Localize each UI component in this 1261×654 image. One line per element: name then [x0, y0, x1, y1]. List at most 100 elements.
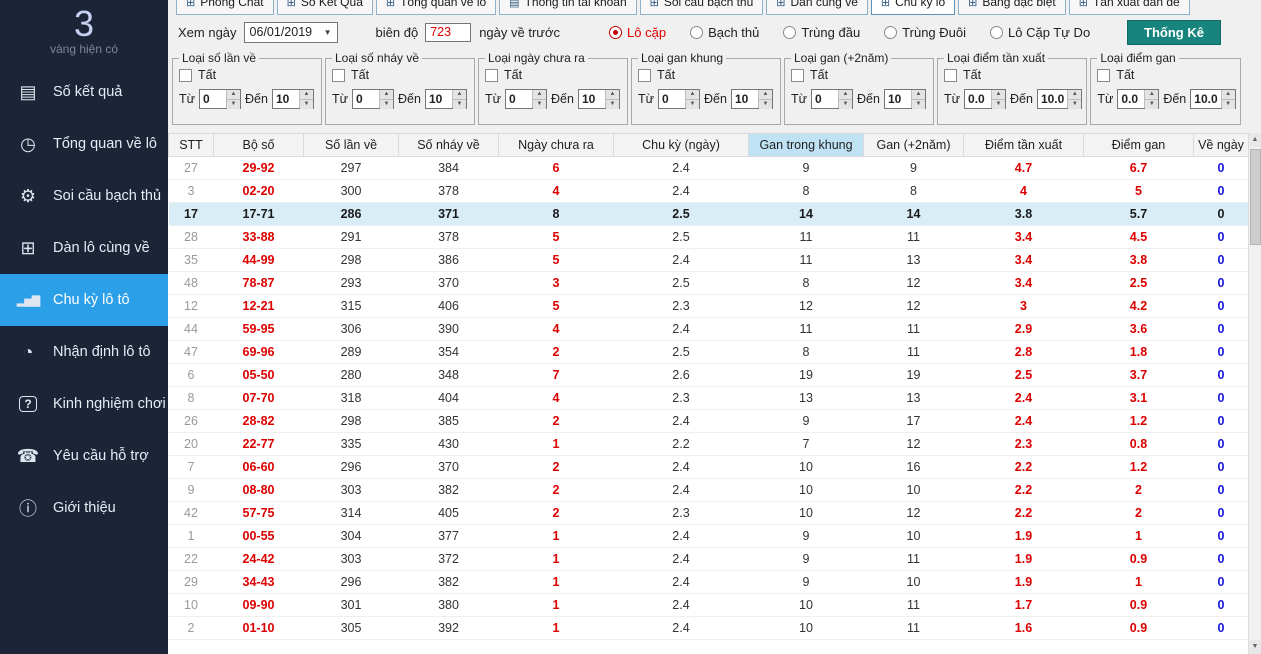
amplitude-input[interactable]	[425, 23, 471, 42]
spinner-up-icon[interactable]: ▲	[992, 90, 1005, 100]
from-spinner[interactable]: 0▲▼	[658, 89, 700, 109]
to-spinner[interactable]: 10▲▼	[884, 89, 926, 109]
spinner-up-icon[interactable]: ▲	[606, 90, 619, 100]
spinner-down-icon[interactable]: ▼	[453, 100, 466, 109]
radio-option-trung-dau[interactable]: Trùng đầu	[783, 25, 860, 40]
scroll-down-icon[interactable]: ▼	[1249, 640, 1261, 654]
spinner-up-icon[interactable]: ▲	[1145, 90, 1158, 100]
tab-phong-chat[interactable]: ⊞Phòng Chát	[176, 0, 274, 15]
spinner-up-icon[interactable]: ▲	[1068, 90, 1081, 100]
column-header-ngay-chua-ra[interactable]: Ngày chưa ra	[499, 134, 614, 157]
radio-option-trung-duoi[interactable]: Trùng Đuôi	[884, 25, 966, 40]
column-header-diem-gan[interactable]: Điểm gan	[1084, 134, 1194, 157]
table-row[interactable]: 2833-8829137852.511113.44.50	[169, 226, 1249, 249]
spinner-up-icon[interactable]: ▲	[533, 90, 546, 100]
table-row[interactable]: 706-6029637022.410162.21.20	[169, 456, 1249, 479]
spinner-up-icon[interactable]: ▲	[227, 90, 240, 100]
from-spinner[interactable]: 0▲▼	[505, 89, 547, 109]
scrollbar-thumb[interactable]	[1250, 149, 1261, 245]
column-header-so-lan-ve[interactable]: Số lần về	[304, 134, 399, 157]
column-header-bo-so[interactable]: Bộ số	[214, 134, 304, 157]
table-row[interactable]: 4459-9530639042.411112.93.60	[169, 318, 1249, 341]
column-header-gan-2nam[interactable]: Gan (+2năm)	[864, 134, 964, 157]
radio-option-lo-cap-tu-do[interactable]: Lô Cặp Tự Do	[990, 25, 1090, 40]
spinner-down-icon[interactable]: ▼	[992, 100, 1005, 109]
scroll-up-icon[interactable]: ▲	[1249, 133, 1261, 147]
to-spinner[interactable]: 10.0▲▼	[1190, 89, 1235, 109]
table-row[interactable]: 4878-8729337032.58123.42.50	[169, 272, 1249, 295]
spinner-down-icon[interactable]: ▼	[606, 100, 619, 109]
from-spinner[interactable]: 0.0▲▼	[964, 89, 1006, 109]
column-header-so-nhay-ve[interactable]: Số nháy về	[399, 134, 499, 157]
spinner-up-icon[interactable]: ▲	[839, 90, 852, 100]
sidebar-item-so-ket-qua[interactable]: ▤Số kết quả	[0, 66, 168, 118]
spinner-down-icon[interactable]: ▼	[380, 100, 393, 109]
tab-thong-tin-tai-khoan[interactable]: ▤Thông tin tài khoản	[499, 0, 636, 15]
table-row[interactable]: 1009-9030138012.410111.70.90	[169, 594, 1249, 617]
table-row[interactable]: 201-1030539212.410111.60.90	[169, 617, 1249, 640]
table-row[interactable]: 1212-2131540652.3121234.20	[169, 295, 1249, 318]
all-checkbox[interactable]	[179, 69, 192, 82]
sidebar-item-chu-ky-lo-to[interactable]: ▂▅▇Chu kỳ lô tô	[0, 274, 168, 326]
spinner-down-icon[interactable]: ▼	[686, 100, 699, 109]
column-header-chu-ky-ngay[interactable]: Chu kỳ (ngày)	[614, 134, 749, 157]
tab-dan-cung-ve[interactable]: ⊞Dàn cùng về	[766, 0, 868, 15]
spinner-down-icon[interactable]: ▼	[300, 100, 313, 109]
table-row[interactable]: 2224-4230337212.49111.90.90	[169, 548, 1249, 571]
all-checkbox[interactable]	[791, 69, 804, 82]
radio-option-lo-cap[interactable]: Lô cặp	[609, 25, 666, 40]
from-spinner[interactable]: 0▲▼	[352, 89, 394, 109]
all-checkbox[interactable]	[332, 69, 345, 82]
tab-chu-ky-lo[interactable]: ⊞Chu kỳ lô	[871, 0, 955, 15]
table-row[interactable]: 605-5028034872.619192.53.70	[169, 364, 1249, 387]
spinner-up-icon[interactable]: ▲	[453, 90, 466, 100]
table-row[interactable]: 1717-7128637182.514143.85.70	[169, 203, 1249, 226]
spinner-down-icon[interactable]: ▼	[759, 100, 772, 109]
all-checkbox[interactable]	[485, 69, 498, 82]
table-row[interactable]: 302-2030037842.488450	[169, 180, 1249, 203]
sidebar-item-kinh-nghiem-choi[interactable]: ?Kinh nghiệm chơi	[0, 378, 168, 430]
spinner-down-icon[interactable]: ▼	[533, 100, 546, 109]
column-header-ve-ngay[interactable]: Về ngày	[1194, 134, 1249, 157]
all-checkbox[interactable]	[944, 69, 957, 82]
spinner-down-icon[interactable]: ▼	[1068, 100, 1081, 109]
table-row[interactable]: 908-8030338222.410102.220	[169, 479, 1249, 502]
spinner-down-icon[interactable]: ▼	[1222, 100, 1235, 109]
tab-so-ket-qua[interactable]: ⊞Số Kết Quả	[277, 0, 373, 15]
sidebar-item-tong-quan-ve-lo[interactable]: ◷Tổng quan về lô	[0, 118, 168, 170]
tab-bang-dac-biet[interactable]: ⊞Bảng đặc biệt	[958, 0, 1066, 15]
vertical-scrollbar[interactable]: ▲ ▼	[1248, 133, 1261, 654]
spinner-up-icon[interactable]: ▲	[759, 90, 772, 100]
spinner-up-icon[interactable]: ▲	[1222, 90, 1235, 100]
column-header-stt[interactable]: STT	[169, 134, 214, 157]
spinner-down-icon[interactable]: ▼	[839, 100, 852, 109]
to-spinner[interactable]: 10.0▲▼	[1037, 89, 1082, 109]
date-select[interactable]: 06/01/2019 ▼	[244, 22, 338, 43]
radio-option-bach-thu[interactable]: Bạch thủ	[690, 25, 759, 40]
from-spinner[interactable]: 0▲▼	[199, 89, 241, 109]
to-spinner[interactable]: 10▲▼	[731, 89, 773, 109]
sidebar-item-dan-lo-cung-ve[interactable]: ⊞Dàn lô cùng về	[0, 222, 168, 274]
sidebar-item-nhan-dinh-lo-to[interactable]: ◔Nhận định lô tô	[0, 326, 168, 378]
spinner-up-icon[interactable]: ▲	[380, 90, 393, 100]
spinner-up-icon[interactable]: ▲	[300, 90, 313, 100]
sidebar-item-yeu-cau-ho-tro[interactable]: ☎Yêu cầu hỗ trợ	[0, 430, 168, 482]
from-spinner[interactable]: 0.0▲▼	[1117, 89, 1159, 109]
to-spinner[interactable]: 10▲▼	[272, 89, 314, 109]
all-checkbox[interactable]	[1097, 69, 1110, 82]
to-spinner[interactable]: 10▲▼	[578, 89, 620, 109]
spinner-down-icon[interactable]: ▼	[227, 100, 240, 109]
table-row[interactable]: 2934-4329638212.49101.910	[169, 571, 1249, 594]
table-row[interactable]: 4769-9628935422.58112.81.80	[169, 341, 1249, 364]
tab-tong-quan-ve-lo[interactable]: ⊞Tổng quan về lô	[376, 0, 496, 15]
table-row[interactable]: 3544-9929838652.411133.43.80	[169, 249, 1249, 272]
table-row[interactable]: 100-5530437712.49101.910	[169, 525, 1249, 548]
tab-tan-xuat-dan-de[interactable]: ⊞Tần xuất dàn đề	[1069, 0, 1190, 15]
spinner-up-icon[interactable]: ▲	[912, 90, 925, 100]
spinner-down-icon[interactable]: ▼	[912, 100, 925, 109]
to-spinner[interactable]: 10▲▼	[425, 89, 467, 109]
all-checkbox[interactable]	[638, 69, 651, 82]
table-row[interactable]: 807-7031840442.313132.43.10	[169, 387, 1249, 410]
from-spinner[interactable]: 0▲▼	[811, 89, 853, 109]
tab-soi-cau-bach-thu[interactable]: ⊞Soi cầu bạch thủ	[640, 0, 764, 15]
